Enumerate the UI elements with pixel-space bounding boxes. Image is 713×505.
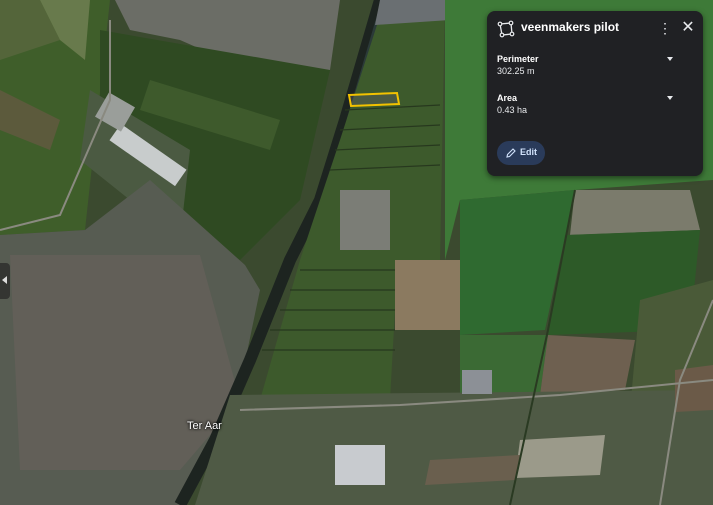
area-label: Area — [497, 93, 518, 103]
area-value: 0.43 ha — [497, 105, 528, 115]
perimeter-value: 302.25 m — [497, 66, 535, 76]
expand-panel-handle[interactable] — [0, 263, 10, 299]
chevron-left-icon — [2, 276, 7, 284]
pencil-icon — [506, 148, 516, 158]
perimeter-row[interactable]: Perimeter 302.25 m — [497, 54, 693, 84]
measurement-panel: veenmakers pilot ⋮ ✕ Perimeter 302.25 m … — [487, 11, 703, 176]
edit-button[interactable]: Edit — [497, 141, 545, 165]
polygon-icon — [497, 20, 515, 38]
more-vert-icon[interactable]: ⋮ — [658, 19, 672, 37]
chevron-down-icon — [667, 57, 673, 61]
close-icon[interactable]: ✕ — [681, 19, 695, 37]
selected-parcel-outline — [347, 91, 401, 108]
chevron-down-icon — [667, 96, 673, 100]
place-label-ter-aar: Ter Aar — [187, 420, 222, 432]
panel-title: veenmakers pilot — [521, 20, 620, 34]
edit-button-label: Edit — [520, 147, 537, 157]
perimeter-label: Perimeter — [497, 54, 539, 64]
area-row[interactable]: Area 0.43 ha — [497, 93, 693, 123]
